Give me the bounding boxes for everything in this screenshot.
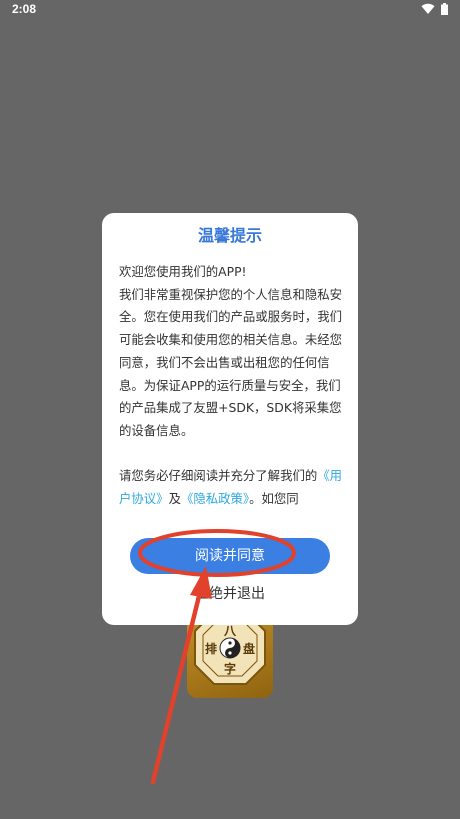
logo-char-bottom: 字: [224, 661, 236, 676]
consent-and: 及: [168, 491, 181, 507]
status-time: 2:08: [12, 2, 37, 16]
yin-yang-icon: [219, 637, 241, 659]
logo-char-top: 八: [223, 624, 237, 638]
agree-button[interactable]: 阅读并同意: [130, 538, 330, 574]
reject-button[interactable]: 拒绝并退出: [102, 583, 358, 605]
privacy-dialog: 温馨提示 欢迎您使用我们的APP! 我们非常重视保护您的个人信息和隐私安全。您在…: [102, 213, 358, 625]
consent-text: 请您务必仔细阅读并充分了解我们的《用户协议》及《隐私政策》。如您同: [119, 465, 343, 510]
privacy-policy-link[interactable]: 《隐私政策》: [181, 491, 249, 506]
welcome-text: 欢迎您使用我们的APP!: [119, 264, 247, 279]
dialog-body[interactable]: 欢迎您使用我们的APP! 我们非常重视保护您的个人信息和隐私安全。您在使用我们的…: [119, 261, 343, 513]
dialog-title: 温馨提示: [197, 226, 262, 245]
battery-icon: [441, 3, 448, 15]
logo-char-left: 排: [205, 641, 217, 656]
status-icons: [421, 3, 448, 15]
consent-suffix: 。如您同: [249, 491, 299, 507]
wifi-icon: [421, 3, 435, 15]
logo-char-right: 盘: [243, 641, 255, 656]
consent-prefix: 请您务必仔细阅读并充分了解我们的: [119, 468, 318, 484]
status-bar: 2:08: [0, 0, 460, 22]
privacy-notice-text: 我们非常重视保护您的个人信息和隐私安全。您在使用我们的产品或服务时，我们可能会收…: [119, 286, 343, 438]
